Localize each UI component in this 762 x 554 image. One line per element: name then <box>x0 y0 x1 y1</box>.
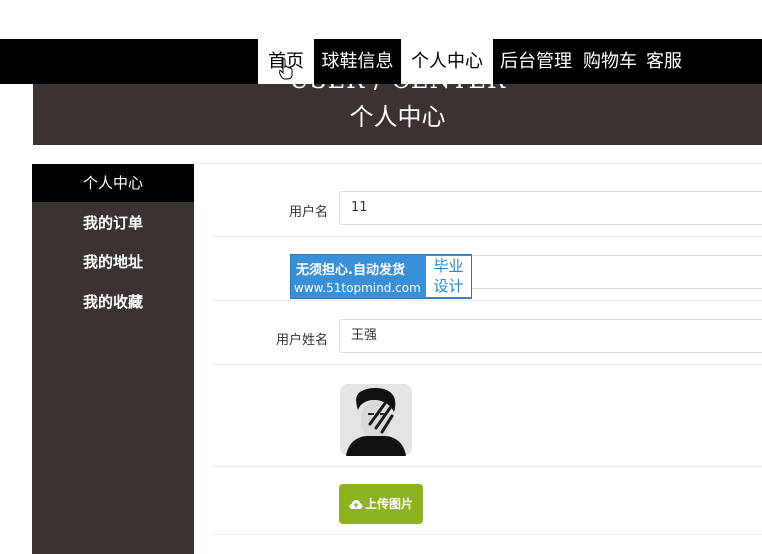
realname-label: 用户姓名 <box>275 333 328 348</box>
page-banner: USER / CENTER 个人中心 <box>33 84 762 145</box>
sidebar-item-addresses[interactable]: 我的地址 <box>32 243 194 281</box>
top-navbar: 首页 球鞋信息 个人中心 后台管理 购物车 客服 <box>0 39 762 84</box>
form-top-divider <box>194 163 762 164</box>
watermark-tag-line2: 设计 <box>433 277 464 295</box>
watermark-line1: 无须担心.自动发货 <box>296 263 405 278</box>
cloud-upload-icon <box>349 500 363 509</box>
username-field[interactable]: 11 <box>339 191 762 225</box>
nav-item-service[interactable]: 客服 <box>641 39 687 84</box>
banner-title: 个人中心 <box>349 103 446 131</box>
avatar <box>340 384 412 456</box>
sidebar: 个人中心 我的订单 我的地址 我的收藏 <box>32 164 194 554</box>
upload-button-label: 上传图片 <box>364 497 413 511</box>
watermark-line2: www.51topmind.com <box>294 281 421 295</box>
nav-item-sneakers[interactable]: 球鞋信息 <box>314 39 401 84</box>
avatar-portrait <box>340 384 412 456</box>
form-divider <box>212 364 762 365</box>
form-divider <box>212 236 762 237</box>
watermark-tag-line1: 毕业 <box>433 257 464 275</box>
sidebar-item-user-center[interactable]: 个人中心 <box>32 164 194 202</box>
watermark-tag: 毕业 设计 <box>426 256 471 297</box>
upload-image-button[interactable]: 上传图片 <box>339 484 423 524</box>
page: 首页 球鞋信息 个人中心 后台管理 购物车 客服 USER / CENTER 个… <box>0 0 762 554</box>
watermark-badge: 无须担心.自动发货 www.51topmind.com 毕业 设计 <box>290 254 472 299</box>
banner-subtitle: USER / CENTER <box>33 84 762 94</box>
nav-item-user-center[interactable]: 个人中心 <box>401 39 493 84</box>
realname-field[interactable]: 王强 <box>339 319 762 353</box>
username-label: 用户名 <box>288 205 328 220</box>
nav-item-home[interactable]: 首页 <box>258 39 314 84</box>
nav-item-cart[interactable]: 购物车 <box>579 39 641 84</box>
sidebar-item-favorites[interactable]: 我的收藏 <box>32 283 194 321</box>
form-divider <box>212 466 762 467</box>
watermark-text: 无须担心.自动发货 www.51topmind.com <box>291 255 425 298</box>
form-divider <box>212 534 762 535</box>
nav-item-admin[interactable]: 后台管理 <box>493 39 579 84</box>
form-divider <box>212 300 762 301</box>
